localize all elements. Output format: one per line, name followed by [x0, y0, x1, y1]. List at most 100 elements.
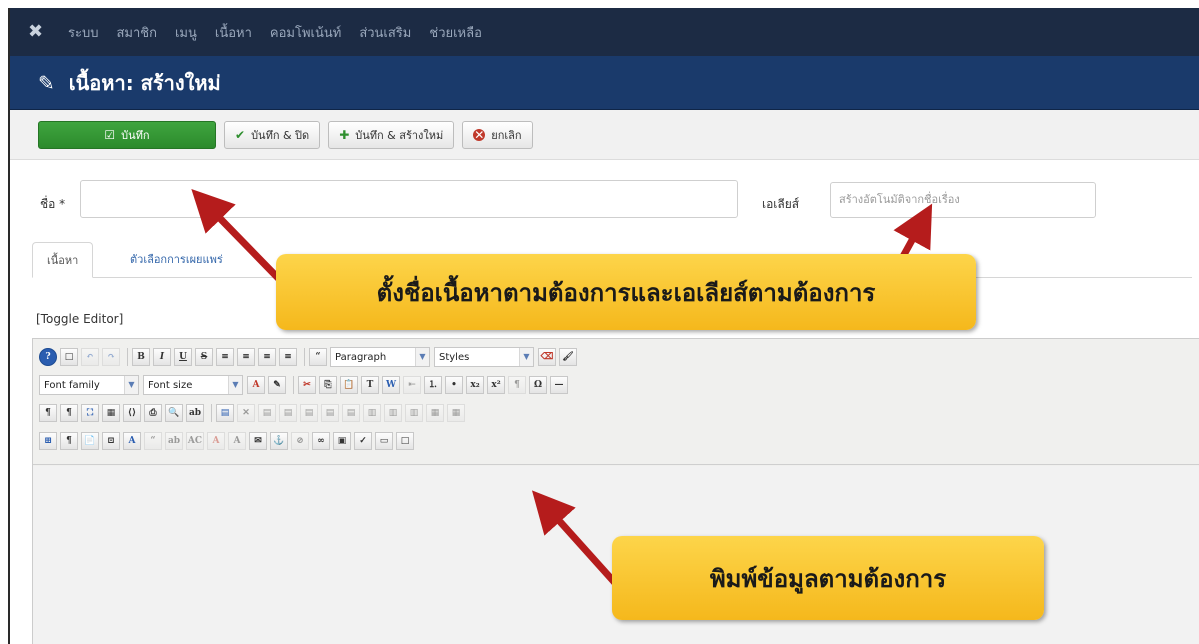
- insert-file-icon[interactable]: 📄: [81, 432, 99, 450]
- paste-icon[interactable]: 📋: [340, 376, 358, 394]
- delete-text-icon[interactable]: A: [207, 432, 225, 450]
- insert-layer-icon[interactable]: ⊡: [102, 432, 120, 450]
- font-size-select[interactable]: Font size ▼: [143, 375, 243, 395]
- table-delete-icon[interactable]: ✕: [237, 404, 255, 422]
- numbered-list-icon[interactable]: ⒈: [424, 376, 442, 394]
- anchor-icon[interactable]: ⚓: [270, 432, 288, 450]
- editor-toolbar-row-2: Font family ▼ Font size ▼ A ✎ ✂ ⎘ 📋 T W …: [39, 371, 1194, 399]
- search-icon[interactable]: 🔍: [165, 404, 183, 422]
- help-icon[interactable]: ?: [39, 348, 57, 366]
- show-blocks-icon[interactable]: ¶: [60, 432, 78, 450]
- title-input[interactable]: [80, 180, 738, 218]
- underline-icon[interactable]: U: [174, 348, 192, 366]
- highlight-color-icon[interactable]: ✎: [268, 376, 286, 394]
- link-icon[interactable]: ∞: [312, 432, 330, 450]
- italic-icon[interactable]: I: [153, 348, 171, 366]
- delete-row-icon[interactable]: ▤: [342, 404, 360, 422]
- fullscreen-icon[interactable]: ⛶: [81, 404, 99, 422]
- tab-publishing-options[interactable]: ตัวเลือกการเผยแพร่: [116, 242, 237, 278]
- undo-icon[interactable]: ↶: [81, 348, 99, 366]
- editor-toolbar-row-4: ⊞ ¶ 📄 ⊡ A “ ab AC A A ✉ ⚓ ⊘ ∞ ▣ ✓ ▭ □: [39, 427, 1194, 455]
- joomla-logo-icon[interactable]: ✖: [28, 22, 48, 42]
- copy-icon[interactable]: ⎘: [319, 376, 337, 394]
- paste-text-icon[interactable]: T: [361, 376, 379, 394]
- insert-text-icon[interactable]: A: [228, 432, 246, 450]
- menu-extensions[interactable]: ส่วนเสริม: [359, 22, 411, 43]
- editor-toolbar-row-3: ¶ ¶ ⛶ ▦ ⟨⟩ ⎙ 🔍 ab ▤ ✕ ▤ ▤ ▤ ▤ ▤ ▥ ▥ ▥ ▦: [39, 399, 1194, 427]
- callout-body-hint: พิมพ์ข้อมูลตามต้องการ: [612, 536, 1044, 620]
- ltr-icon[interactable]: ¶: [39, 404, 57, 422]
- superscript-icon[interactable]: x²: [487, 376, 505, 394]
- menu-system[interactable]: ระบบ: [68, 22, 98, 43]
- styles-select[interactable]: Styles ▼: [434, 347, 534, 367]
- bold-icon[interactable]: B: [132, 348, 150, 366]
- menu-menus[interactable]: เมนู: [175, 22, 197, 43]
- toolbar-separator: [127, 348, 128, 366]
- strikethrough-icon[interactable]: S: [195, 348, 213, 366]
- insert-table-icon[interactable]: ▤: [216, 404, 234, 422]
- cleanup-brush-icon[interactable]: 🖌: [559, 348, 577, 366]
- source-code-icon[interactable]: ⟨⟩: [123, 404, 141, 422]
- tab-content[interactable]: เนื้อหา: [32, 242, 94, 278]
- align-right-icon[interactable]: ≡: [258, 348, 276, 366]
- save-icon: ☑: [104, 127, 116, 142]
- row-after-icon[interactable]: ▤: [321, 404, 339, 422]
- cite-icon[interactable]: “: [144, 432, 162, 450]
- menu-help[interactable]: ช่วยเหลือ: [429, 22, 482, 43]
- outdent-icon[interactable]: ⇤: [403, 376, 421, 394]
- save-button[interactable]: ☑ บันทึก: [38, 120, 216, 149]
- pencil-icon: ✎: [38, 70, 55, 95]
- eraser-icon[interactable]: ⌫: [538, 348, 556, 366]
- non-break-icon[interactable]: □: [396, 432, 414, 450]
- spellcheck-icon[interactable]: ✓: [354, 432, 372, 450]
- unlink-icon[interactable]: ⊘: [291, 432, 309, 450]
- format-select[interactable]: Paragraph ▼: [330, 347, 430, 367]
- charmap-dim-icon[interactable]: ¶: [508, 376, 526, 394]
- save-new-button[interactable]: ✚ บันทึก & สร้างใหม่: [328, 120, 455, 149]
- menu-users[interactable]: สมาชิก: [116, 22, 157, 43]
- font-family-select[interactable]: Font family ▼: [39, 375, 139, 395]
- split-cells-icon[interactable]: ▦: [447, 404, 465, 422]
- redo-icon[interactable]: ↷: [102, 348, 120, 366]
- menu-components[interactable]: คอมโพเน้นท์: [270, 22, 341, 43]
- subscript-icon[interactable]: x₂: [466, 376, 484, 394]
- align-left-icon[interactable]: ≡: [216, 348, 234, 366]
- rtl-icon[interactable]: ¶: [60, 404, 78, 422]
- chevron-down-icon: ▼: [228, 376, 242, 394]
- insert-media-icon[interactable]: ▭: [375, 432, 393, 450]
- acronym-icon[interactable]: AC: [186, 432, 204, 450]
- replace-icon[interactable]: ab: [186, 404, 204, 422]
- table-row-props-icon[interactable]: ▤: [258, 404, 276, 422]
- print-icon[interactable]: ⎙: [144, 404, 162, 422]
- cancel-button[interactable]: ✕ ยกเลิก: [462, 120, 533, 149]
- menu-content[interactable]: เนื้อหา: [215, 22, 252, 43]
- col-before-icon[interactable]: ▥: [363, 404, 381, 422]
- text-color-icon[interactable]: A: [247, 376, 265, 394]
- save-close-label: บันทึก & ปิด: [251, 128, 310, 142]
- blockquote-icon[interactable]: “: [309, 348, 327, 366]
- visual-aid-icon[interactable]: ⊞: [39, 432, 57, 450]
- delete-col-icon[interactable]: ▥: [405, 404, 423, 422]
- toolbar-separator: [293, 376, 294, 394]
- merge-cells-icon[interactable]: ▦: [426, 404, 444, 422]
- horizontal-rule-icon[interactable]: —: [550, 376, 568, 394]
- omega-icon[interactable]: Ω: [529, 376, 547, 394]
- abbr-icon[interactable]: ab: [165, 432, 183, 450]
- bullet-list-icon[interactable]: •: [445, 376, 463, 394]
- page-title: เนื้อหา: สร้างใหม่: [68, 70, 221, 95]
- col-after-icon[interactable]: ▥: [384, 404, 402, 422]
- align-center-icon[interactable]: ≡: [237, 348, 255, 366]
- row-before-icon[interactable]: ▤: [300, 404, 318, 422]
- save-close-button[interactable]: ✔ บันทึก & ปิด: [224, 120, 321, 149]
- toggle-editor-link[interactable]: [Toggle Editor]: [36, 312, 123, 326]
- cut-icon[interactable]: ✂: [298, 376, 316, 394]
- table-cell-props-icon[interactable]: ▤: [279, 404, 297, 422]
- style-props-icon[interactable]: A: [123, 432, 141, 450]
- insert-template-icon[interactable]: ▦: [102, 404, 120, 422]
- image-icon[interactable]: ▣: [333, 432, 351, 450]
- new-document-icon[interactable]: □: [60, 348, 78, 366]
- align-justify-icon[interactable]: ≡: [279, 348, 297, 366]
- attributes-icon[interactable]: ✉: [249, 432, 267, 450]
- paste-word-icon[interactable]: W: [382, 376, 400, 394]
- alias-input[interactable]: สร้างอัตโนมัติจากชื่อเรื่อง: [830, 182, 1096, 218]
